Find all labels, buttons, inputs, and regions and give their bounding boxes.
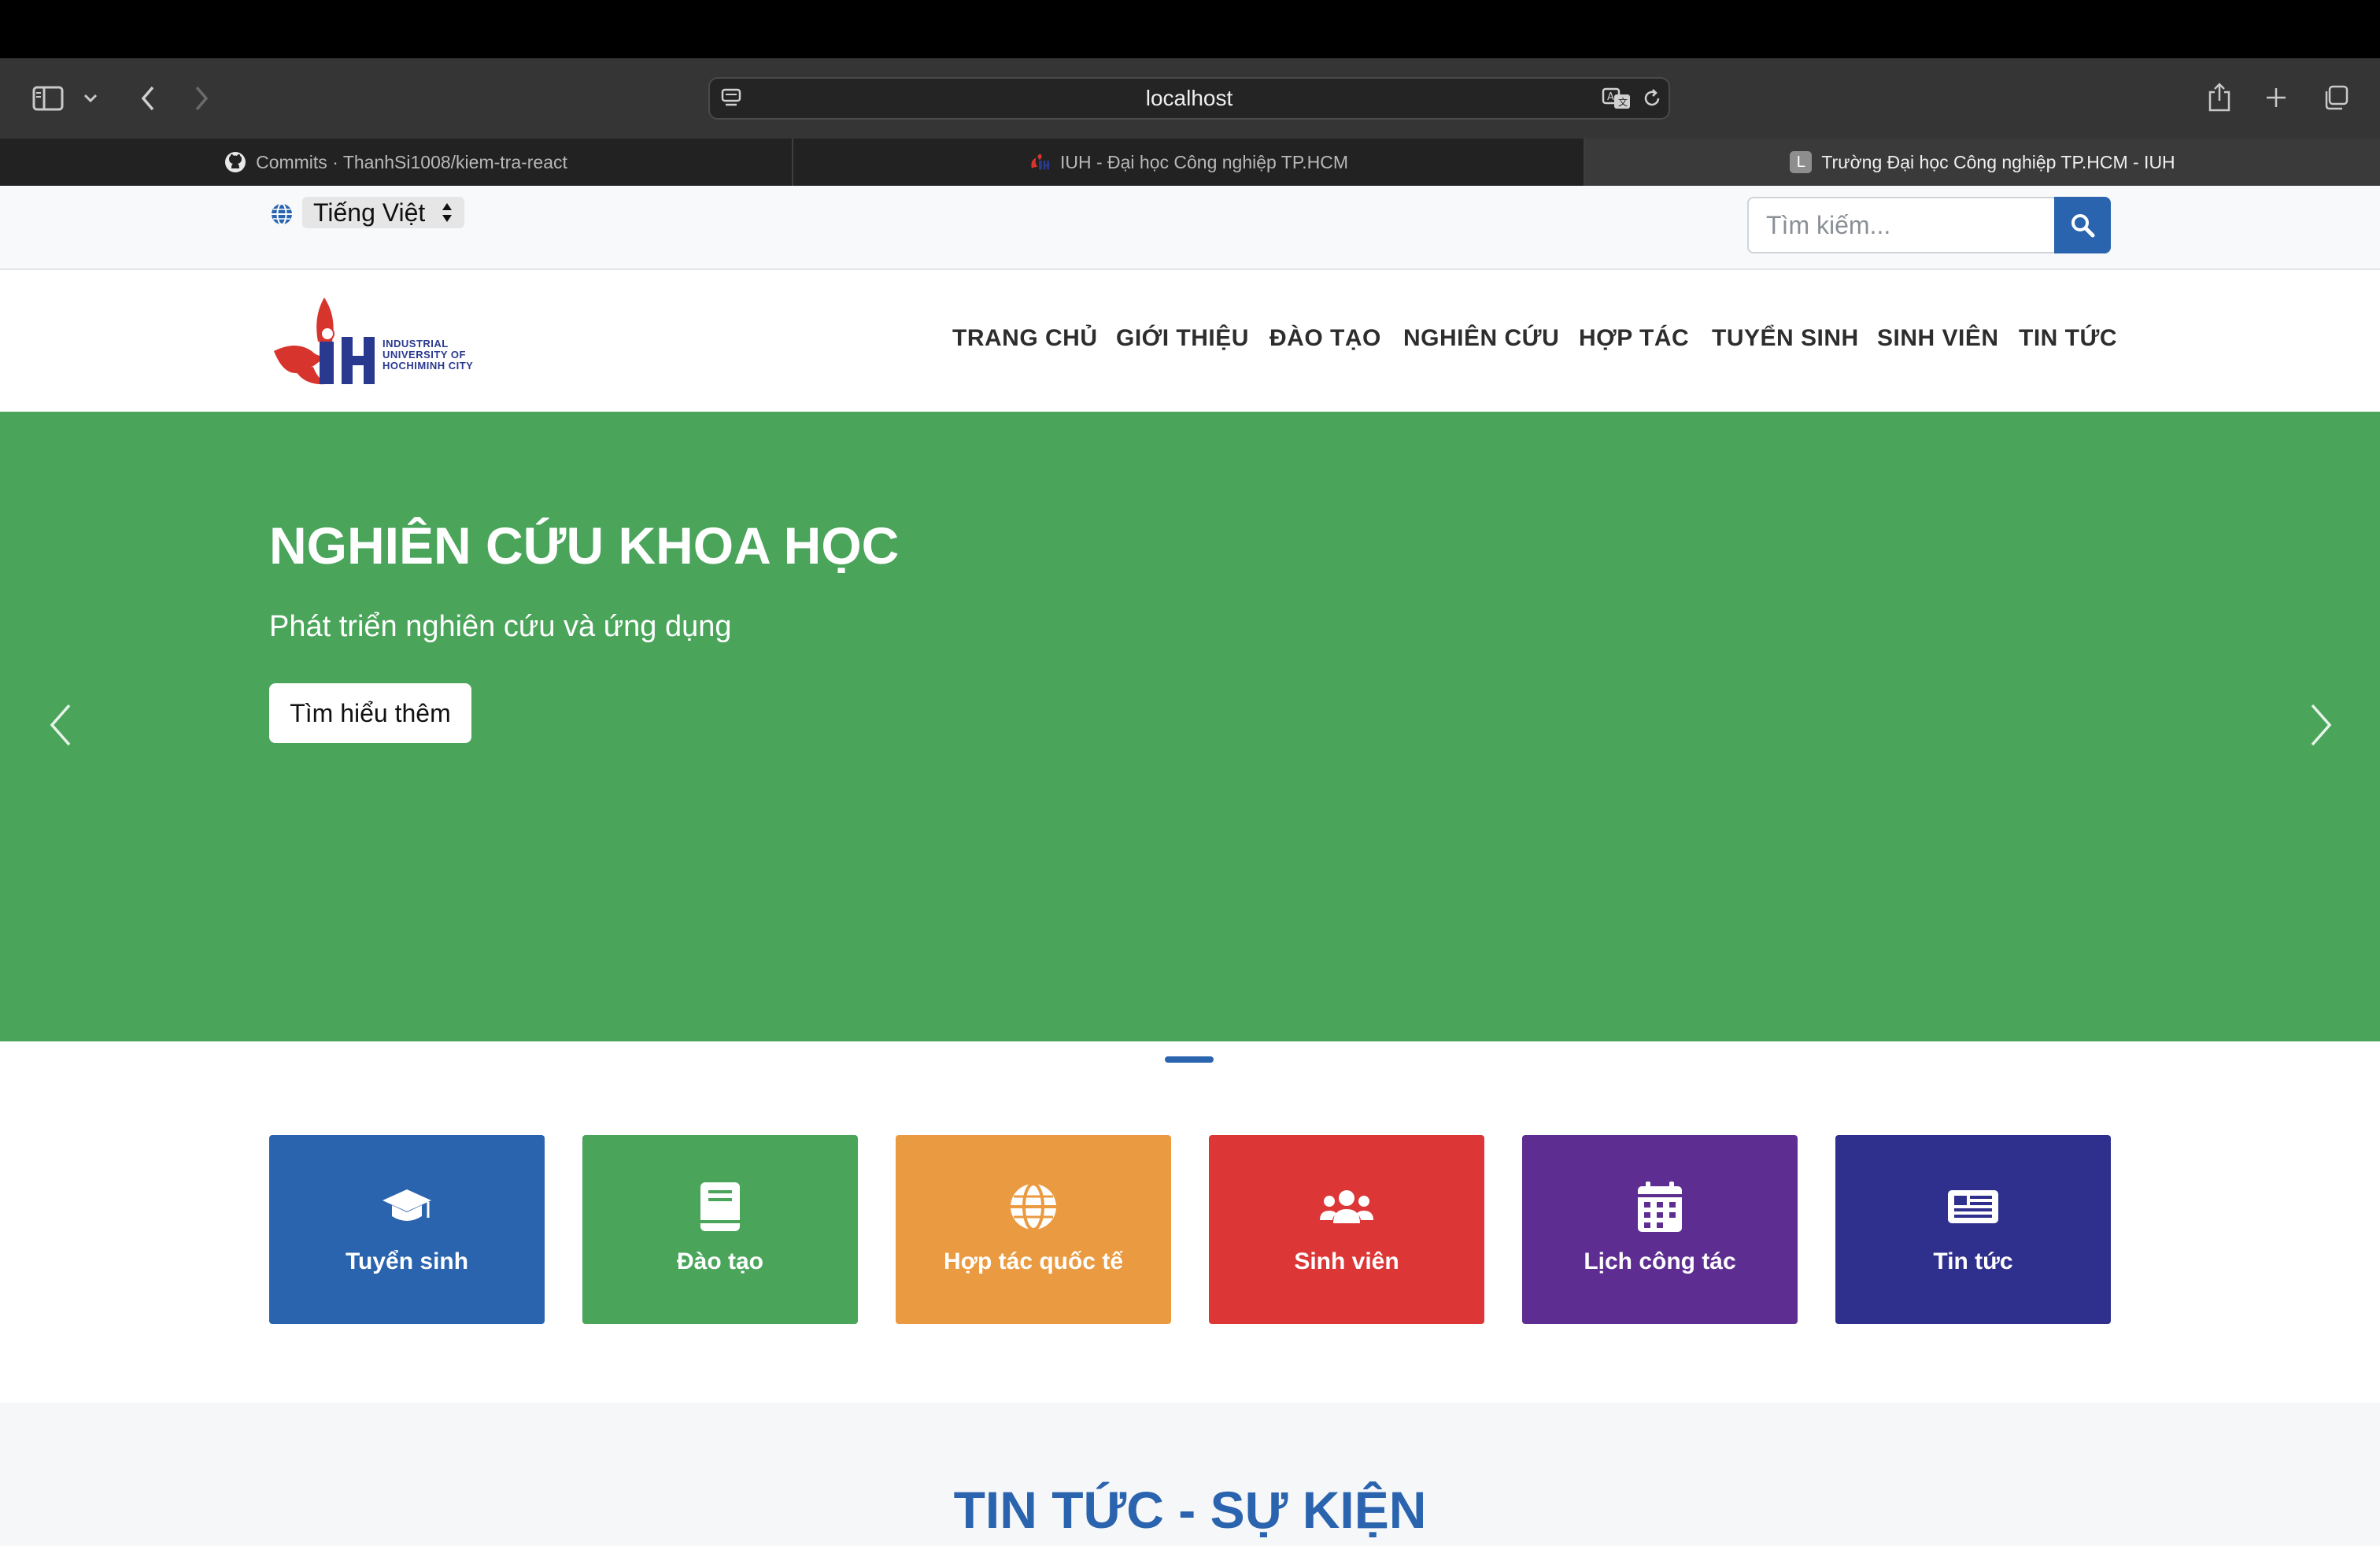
carousel-next-icon[interactable] bbox=[2304, 701, 2336, 749]
tile-label: Lịch công tác bbox=[1584, 1248, 1736, 1274]
logo-line: UNIVERSITY OF bbox=[382, 349, 466, 361]
language-value: Tiếng Việt bbox=[313, 198, 426, 227]
nav-nghien-cuu[interactable]: NGHIÊN CỨU bbox=[1403, 315, 1559, 362]
nav-gioi-thieu[interactable]: GIỚI THIỆU bbox=[1116, 315, 1249, 362]
tab-overview-icon[interactable] bbox=[2320, 82, 2352, 113]
reload-icon[interactable] bbox=[1639, 85, 1665, 112]
graduation-cap-icon bbox=[381, 1179, 433, 1234]
tile-label: Sinh viên bbox=[1294, 1248, 1399, 1274]
globe-icon bbox=[269, 202, 294, 227]
url-text: localhost bbox=[1145, 86, 1233, 110]
svg-text:文: 文 bbox=[1618, 96, 1628, 108]
nav-tin-tuc[interactable]: TIN TỨC bbox=[2019, 315, 2117, 362]
tile-label: Hợp tác quốc tế bbox=[943, 1248, 1124, 1274]
learn-more-button[interactable]: Tìm hiểu thêm bbox=[269, 683, 471, 743]
sidebar-toggle-icon[interactable] bbox=[30, 82, 66, 115]
newspaper-icon bbox=[1946, 1179, 2000, 1234]
search-placeholder: Tìm kiếm... bbox=[1766, 210, 1891, 239]
users-icon bbox=[1319, 1179, 1374, 1234]
nav-trang-chu[interactable]: TRANG CHỦ bbox=[952, 315, 1098, 362]
hero-title: NGHIÊN CỨU KHOA HỌC bbox=[269, 516, 900, 575]
back-icon[interactable] bbox=[132, 82, 164, 115]
tab-iuh-active[interactable]: L Trường Đại học Công nghiệp TP.HCM - IU… bbox=[1585, 139, 2380, 186]
hero-subtitle: Phát triển nghiên cứu và ứng dụng bbox=[269, 610, 732, 643]
search-icon bbox=[2069, 212, 2096, 239]
tile-tuyen-sinh[interactable]: Tuyển sinh bbox=[269, 1135, 545, 1324]
iuh-logo[interactable]: INDUSTRIAL UNIVERSITY OF HOCHIMINH CITY bbox=[269, 293, 490, 390]
svg-text:A: A bbox=[1607, 91, 1614, 103]
search-button[interactable] bbox=[2054, 197, 2111, 253]
book-icon bbox=[697, 1179, 743, 1234]
github-icon bbox=[224, 151, 246, 173]
tile-tin-tuc[interactable]: Tin tức bbox=[1835, 1135, 2111, 1324]
search-input[interactable]: Tìm kiếm... bbox=[1747, 197, 2054, 253]
forward-icon[interactable] bbox=[186, 82, 217, 115]
logo-text: INDUSTRIAL UNIVERSITY OF HOCHIMINH CITY bbox=[382, 338, 473, 372]
nav-sinh-vien[interactable]: SINH VIÊN bbox=[1877, 315, 1999, 362]
carousel-indicator[interactable] bbox=[1165, 1056, 1214, 1063]
globe-icon bbox=[1007, 1179, 1059, 1234]
tab-label: IUH - Đại học Công nghiệp TP.HCM bbox=[1059, 151, 1349, 172]
tab-label: Commits · ThanhSi1008/kiem-tra-react bbox=[256, 151, 567, 172]
page-menu-icon[interactable] bbox=[718, 85, 745, 112]
iuh-favicon bbox=[1029, 151, 1051, 173]
tile-label: Đào tạo bbox=[676, 1248, 763, 1274]
tile-label: Tuyển sinh bbox=[345, 1248, 469, 1274]
letter-L-favicon: L bbox=[1790, 151, 1813, 173]
tab-github-commits[interactable]: Commits · ThanhSi1008/kiem-tra-react bbox=[0, 139, 793, 186]
updown-icon bbox=[441, 201, 453, 224]
tile-label: Tin tức bbox=[1933, 1248, 2013, 1274]
carousel-prev-icon[interactable] bbox=[46, 701, 77, 749]
translate-icon[interactable]: A文 bbox=[1601, 85, 1632, 112]
news-section-title: TIN TỨC - SỰ KIỆN bbox=[953, 1481, 1427, 1539]
logo-line: INDUSTRIAL bbox=[382, 338, 449, 350]
new-tab-icon[interactable] bbox=[2260, 82, 2292, 113]
tile-lich-cong-tac[interactable]: Lịch công tác bbox=[1522, 1135, 1798, 1324]
tile-hop-tac-quoc-te[interactable]: Hợp tác quốc tế bbox=[896, 1135, 1171, 1324]
tile-dao-tao[interactable]: Đào tạo bbox=[582, 1135, 858, 1324]
nav-dao-tao[interactable]: ĐÀO TẠO bbox=[1269, 315, 1381, 362]
share-icon[interactable] bbox=[2204, 79, 2235, 115]
address-bar[interactable]: localhost bbox=[708, 77, 1670, 120]
logo-line: HOCHIMINH CITY bbox=[382, 360, 474, 372]
tab-label: Trường Đại học Công nghiệp TP.HCM - IUH bbox=[1821, 151, 2175, 172]
chevron-down-icon[interactable] bbox=[79, 87, 102, 110]
calendar-icon bbox=[1636, 1179, 1683, 1234]
tile-sinh-vien[interactable]: Sinh viên bbox=[1209, 1135, 1484, 1324]
language-select[interactable]: Tiếng Việt bbox=[302, 197, 465, 228]
tab-iuh[interactable]: IUH - Đại học Công nghiệp TP.HCM bbox=[793, 139, 1585, 186]
nav-tuyen-sinh[interactable]: TUYỂN SINH bbox=[1712, 315, 1859, 362]
top-black-bar bbox=[0, 0, 2380, 58]
nav-hop-tac[interactable]: HỢP TÁC bbox=[1579, 315, 1689, 362]
